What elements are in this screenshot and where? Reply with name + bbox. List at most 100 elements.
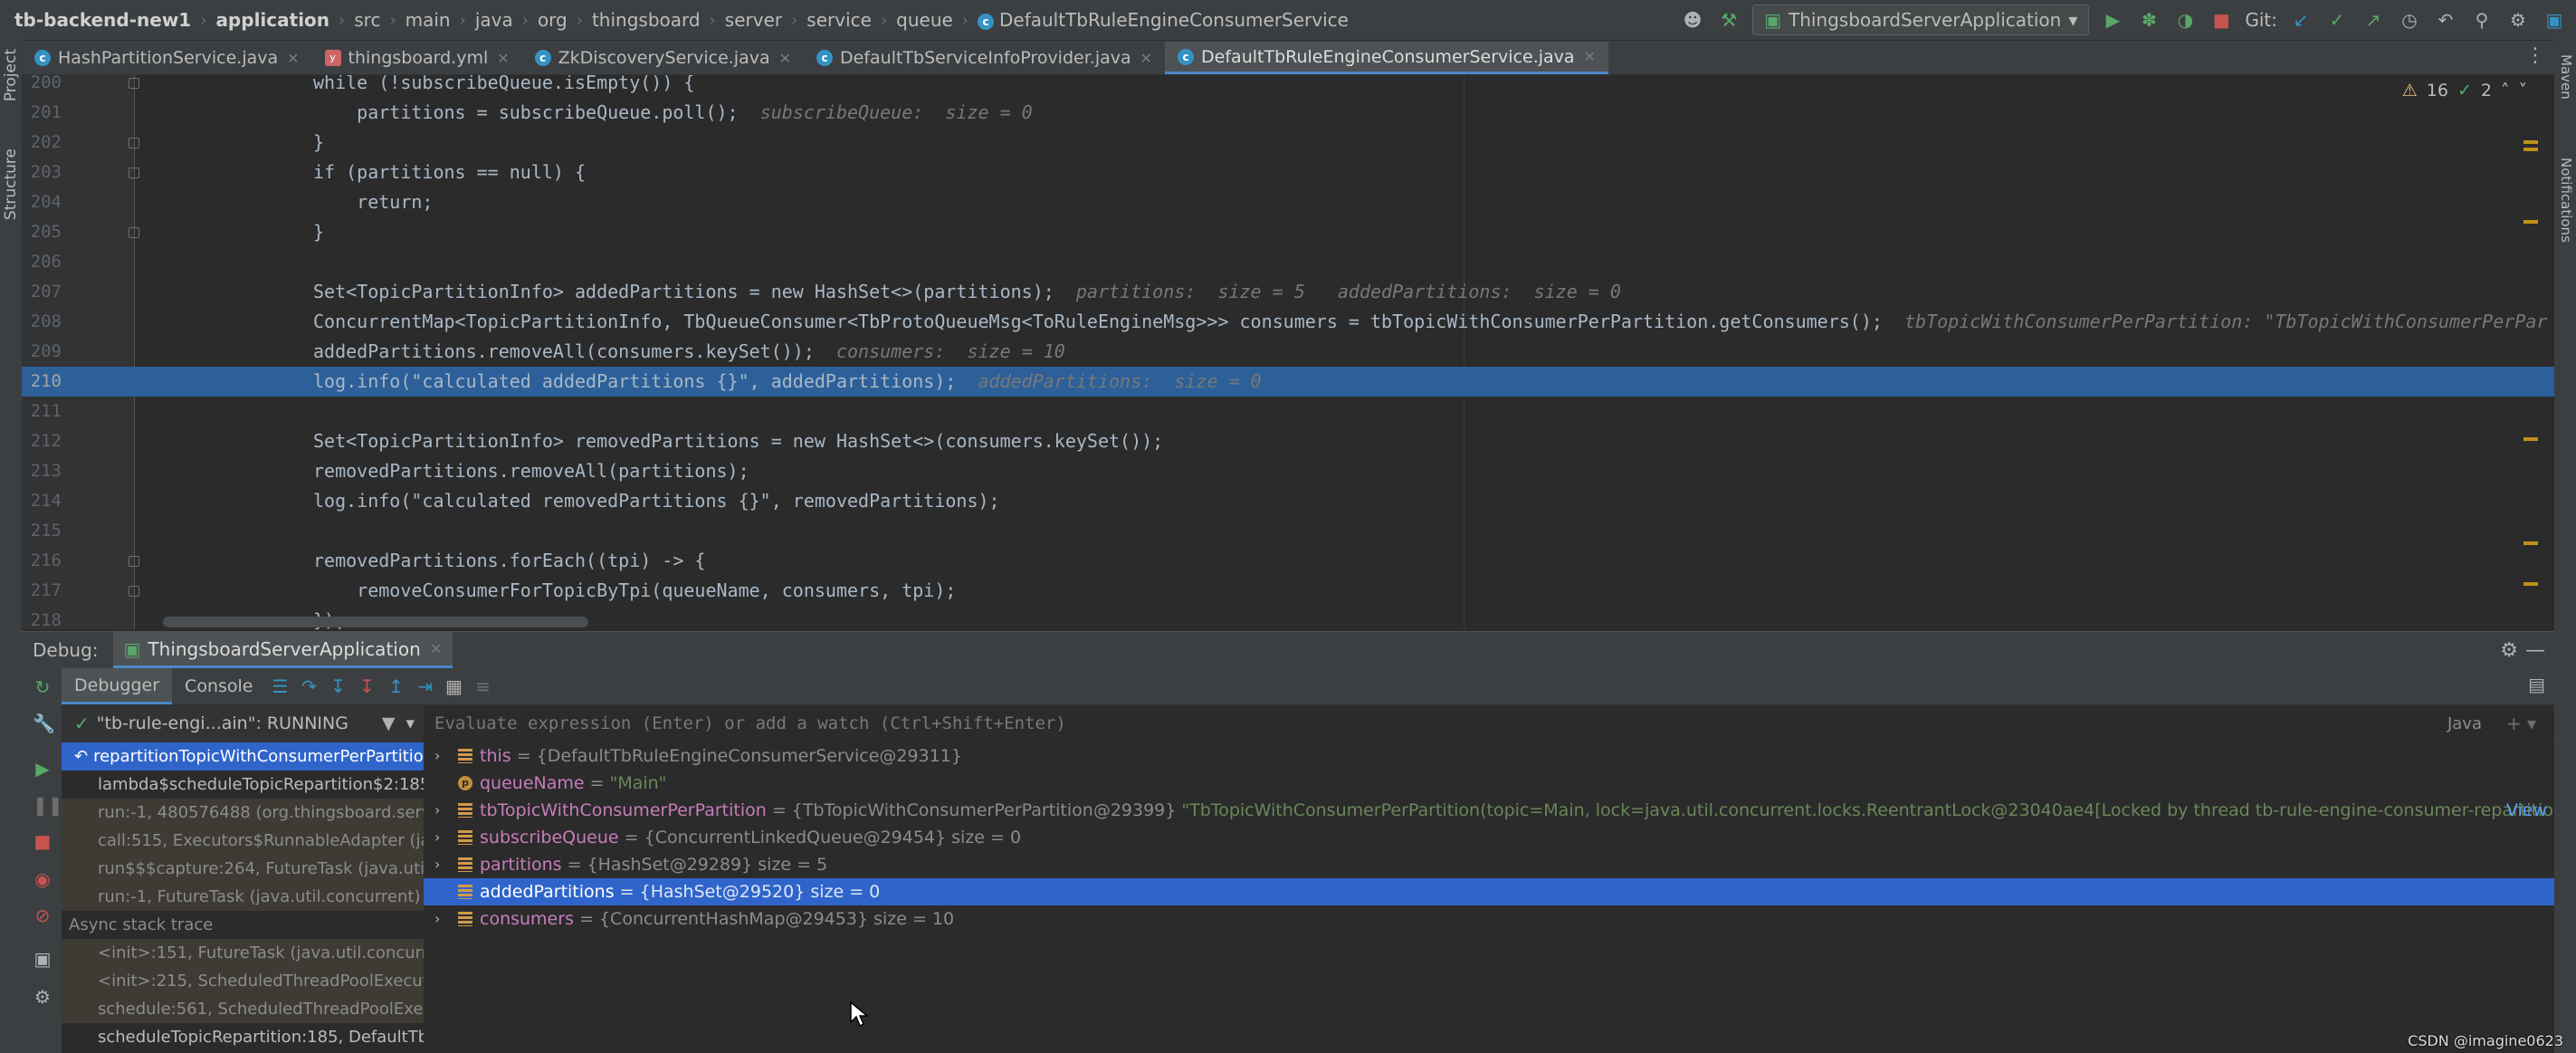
code-line[interactable]: 204 return;	[22, 187, 2554, 217]
breadcrumb-item[interactable]: src	[348, 9, 386, 31]
stop-icon[interactable]: ■	[2209, 7, 2234, 33]
breadcrumb-item[interactable]: main	[400, 9, 456, 31]
variable-row[interactable]: › tbTopicWithConsumerPerPartition = {TbTo…	[424, 797, 2554, 824]
stack-frame[interactable]: lambda$scheduleTopicRepartition$2:185,	[62, 771, 424, 799]
evaluate-table-icon[interactable]: ▦	[439, 672, 468, 701]
git-push-icon[interactable]: ↗	[2361, 7, 2386, 33]
close-icon[interactable]: ✕	[430, 640, 442, 657]
code-line[interactable]: 212 Set<TopicPartitionInfo> removedPartit…	[22, 426, 2554, 456]
view-breakpoints-icon[interactable]: ◉	[33, 869, 52, 889]
view-link[interactable]: View	[2506, 797, 2547, 824]
close-icon[interactable]: ✕	[1584, 48, 1596, 65]
minimize-icon[interactable]: —	[2525, 639, 2545, 662]
tool-tab-project[interactable]: Project	[2, 49, 20, 101]
tab-hash-partition-service[interactable]: c HashPartitionService.java ✕	[22, 42, 312, 74]
layout-icon[interactable]: ▤	[2528, 674, 2545, 695]
variable-row[interactable]: p queueName = "Main"	[424, 770, 2554, 797]
settings-gear-icon[interactable]: ⚙	[33, 987, 52, 1007]
code-line[interactable]: 211	[22, 397, 2554, 426]
close-icon[interactable]: ✕	[779, 50, 791, 67]
close-icon[interactable]: ✕	[287, 50, 299, 67]
tab-zk-discovery-service[interactable]: c ZkDiscoveryService.java ✕	[522, 42, 804, 74]
close-icon[interactable]: ✕	[497, 50, 509, 67]
code-line[interactable]: 213 removedPartitions.removeAll(partition…	[22, 456, 2554, 486]
breadcrumb-item[interactable]: java	[470, 9, 519, 31]
more-tabs-icon[interactable]: ⋮	[2525, 44, 2545, 67]
git-update-icon[interactable]: ↙	[2288, 7, 2314, 33]
breadcrumb-item[interactable]: org	[532, 9, 573, 31]
code-line[interactable]: 206	[22, 247, 2554, 277]
stack-frame[interactable]: scheduleTopicRepartition:185, DefaultTbR	[62, 1023, 424, 1051]
stack-frame[interactable]: ↶ repartitionTopicWithConsumerPerPartitio	[62, 742, 424, 771]
stack-frame[interactable]: <init>:151, FutureTask (java.util.concur…	[62, 939, 424, 967]
chevron-down-icon[interactable]: ▾	[405, 713, 415, 733]
step-over-icon[interactable]: ↷	[294, 672, 323, 701]
breadcrumb-item[interactable]: thingsboard	[587, 9, 706, 31]
run-icon[interactable]: ▶	[2100, 7, 2125, 33]
code-line[interactable]: 215	[22, 516, 2554, 546]
wrench-icon[interactable]: 🔧	[33, 713, 55, 733]
step-into-icon[interactable]: ↧	[323, 672, 352, 701]
stack-frame[interactable]: schedule:561, ScheduledThreadPoolExecu	[62, 995, 424, 1023]
tab-thingsboard-yml[interactable]: y thingsboard.yml ✕	[312, 42, 522, 74]
language-select[interactable]: Java	[2447, 714, 2482, 733]
fold-marker-icon[interactable]	[129, 227, 139, 238]
tool-tab-notifications[interactable]: Notifications	[2558, 158, 2574, 243]
chevron-down-icon[interactable]: ˅	[2519, 81, 2528, 101]
expand-chevron-icon[interactable]: ›	[434, 797, 440, 824]
fold-marker-icon[interactable]	[129, 586, 139, 597]
settings-gear-icon[interactable]: ⚙	[2500, 639, 2518, 662]
mute-breakpoints-icon[interactable]: ⊘	[33, 905, 52, 925]
history-icon[interactable]: ◷	[2397, 7, 2422, 33]
run-config-select[interactable]: ▣ ThingsboardServerApplication ▾	[1752, 5, 2090, 35]
run-to-cursor-icon[interactable]: ⇥	[410, 672, 439, 701]
variable-row[interactable]: › consumers = {ConcurrentHashMap@29453} s…	[424, 905, 2554, 933]
force-step-into-icon[interactable]: ↧	[352, 672, 381, 701]
variable-row[interactable]: › subscribeQueue = {ConcurrentLinkedQueue…	[424, 824, 2554, 851]
chevron-up-icon[interactable]: ˄	[2501, 81, 2510, 101]
variable-row[interactable]: › this = {DefaultTbRuleEngineConsumerServ…	[424, 742, 2554, 770]
error-stripe-marker[interactable]	[2524, 220, 2538, 224]
step-out-icon[interactable]: ↥	[381, 672, 410, 701]
code-editor[interactable]: 200 while (!subscribeQueue.isEmpty()) {20…	[22, 75, 2554, 629]
evaluate-expression-input[interactable]: Evaluate expression (Enter) or add a wat…	[424, 705, 2554, 742]
expand-chevron-icon[interactable]: ›	[434, 824, 440, 851]
breadcrumb-item[interactable]: service	[801, 9, 877, 31]
tab-debugger[interactable]: Debugger	[62, 668, 173, 704]
breadcrumb-item[interactable]: queue	[891, 9, 959, 31]
breadcrumb-item[interactable]: c DefaultTbRuleEngineConsumerService	[972, 9, 1354, 31]
code-line[interactable]: 203 if (partitions == null) {	[22, 158, 2554, 187]
breadcrumb-item[interactable]: tb-backend-new1	[9, 9, 196, 31]
rerun-icon[interactable]: ↻	[33, 677, 52, 697]
error-stripe-marker[interactable]	[2524, 541, 2538, 545]
debug-bug-icon[interactable]: ✽	[2136, 7, 2161, 33]
stack-frame[interactable]: run:-1, 480576488 (org.thingsboard.serve	[62, 799, 424, 827]
fold-marker-icon[interactable]	[129, 168, 139, 178]
tab-console[interactable]: Console	[172, 668, 265, 704]
tab-default-tb-rule-engine-consumer-service[interactable]: c DefaultTbRuleEngineConsumerService.jav…	[1165, 42, 1608, 74]
menu-lines-icon[interactable]: ☰	[265, 672, 294, 701]
stack-frame[interactable]: run:-1, FutureTask (java.util.concurrent…	[62, 883, 424, 911]
code-line[interactable]: 217 removeConsumerForTopicByTpi(queueNam…	[22, 576, 2554, 606]
error-stripe-marker[interactable]	[2524, 148, 2538, 151]
horizontal-scrollbar[interactable]	[163, 617, 588, 627]
git-commit-icon[interactable]: ✓	[2324, 7, 2350, 33]
stack-frame[interactable]: call:515, Executors$RunnableAdapter (jav	[62, 827, 424, 855]
code-line[interactable]: 209 addedPartitions.removeAll(consumers.k…	[22, 337, 2554, 367]
rollback-icon[interactable]: ↶	[2433, 7, 2458, 33]
code-line[interactable]: 216 removedPartitions.forEach((tpi) -> {	[22, 546, 2554, 576]
stop-icon[interactable]: ■	[33, 831, 52, 851]
code-line[interactable]: 207 Set<TopicPartitionInfo> addedPartitio…	[22, 277, 2554, 307]
stack-frame[interactable]: <init>:215, ScheduledThreadPoolExecuto	[62, 967, 424, 995]
tool-tab-maven[interactable]: Maven	[2558, 54, 2574, 100]
search-icon[interactable]: ⚲	[2469, 7, 2495, 33]
debug-session-tab[interactable]: ▣ ThingsboardServerApplication ✕	[112, 632, 453, 668]
inspection-widget[interactable]: ⚠ 16 ✓ 2 ˄ ˅	[2402, 81, 2527, 101]
variable-row[interactable]: › partitions = {HashSet@29289} size = 5	[424, 851, 2554, 878]
settings-gear-icon[interactable]: ⚙	[2505, 7, 2531, 33]
resume-icon[interactable]: ▶	[33, 759, 52, 779]
fold-marker-icon[interactable]	[129, 78, 139, 89]
filter-icon[interactable]: ▼	[382, 713, 396, 733]
tool-tab-structure[interactable]: Structure	[2, 148, 20, 220]
expand-chevron-icon[interactable]: ›	[434, 905, 440, 933]
